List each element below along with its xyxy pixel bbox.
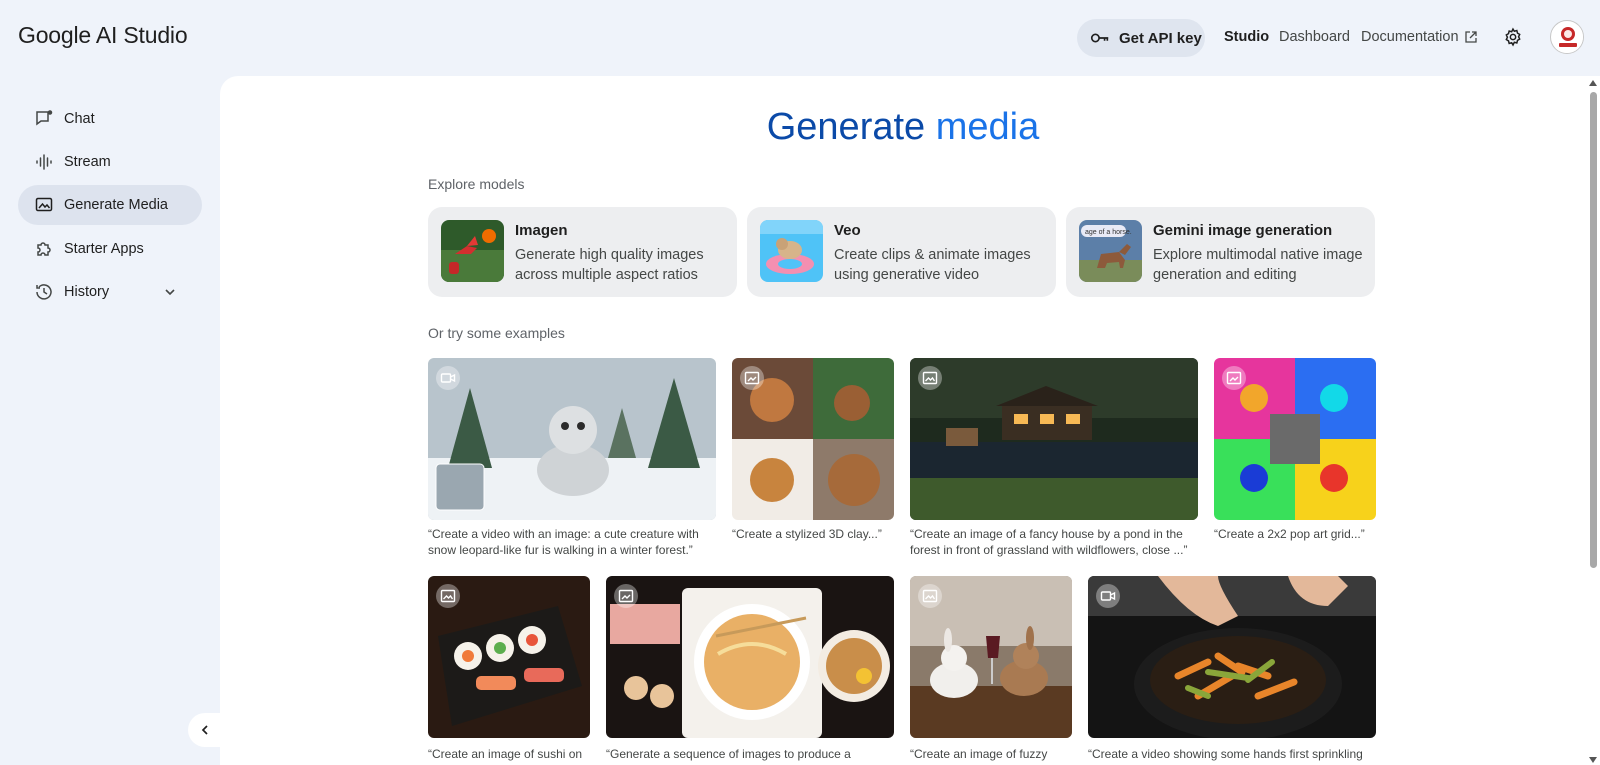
model-card-gemini-image[interactable]: age of a horse. Gemini image generation …	[1066, 207, 1375, 297]
example-caption: “Generate a sequence of images to produc…	[606, 747, 851, 761]
image-icon	[436, 584, 460, 608]
example-caption: “Create a 2x2 pop art grid...”	[1214, 527, 1365, 541]
model-name: Imagen	[515, 222, 568, 239]
media-icon	[35, 197, 53, 212]
example-3d-clay[interactable]: “Create a stylized 3D clay...”	[732, 358, 894, 562]
sidebar-item-label: Chat	[64, 111, 95, 127]
model-card-imagen[interactable]: Imagen Generate high quality images acro…	[428, 207, 737, 297]
avatar-image	[1552, 22, 1583, 53]
stream-icon	[36, 154, 52, 170]
chevron-down-icon[interactable]	[162, 284, 178, 300]
sidebar-item-label: Stream	[64, 154, 111, 170]
example-caption: “Create a video with an image: a cute cr…	[428, 527, 699, 557]
example-cooking-video[interactable]: “Create a video showing some hands first…	[1088, 576, 1376, 765]
external-link-icon	[1465, 31, 1477, 43]
user-avatar[interactable]	[1550, 20, 1584, 54]
app-logo[interactable]: Google AI Studio	[18, 22, 188, 49]
example-thumbnail	[1088, 576, 1376, 738]
model-description: Explore multimodal native image generati…	[1153, 247, 1363, 283]
example-caption: “Create an image of a fancy house by a p…	[910, 527, 1188, 557]
settings-gear-icon[interactable]	[1503, 27, 1523, 47]
veo-thumbnail	[760, 220, 823, 282]
nav-dashboard[interactable]: Dashboard	[1279, 29, 1350, 45]
example-pond-house[interactable]: “Create an image of a fancy house by a p…	[910, 358, 1198, 562]
example-fuzzy-bunnies[interactable]: “Create an image of fuzzy	[910, 576, 1072, 765]
page-title-part1: Generate	[766, 106, 926, 148]
explore-models-label: Explore models	[428, 176, 525, 192]
model-description: Generate high quality images across mult…	[515, 247, 704, 283]
sidebar-item-starter-apps[interactable]: Starter Apps	[18, 229, 202, 269]
model-description: Create clips & animate images using gene…	[834, 247, 1031, 283]
vertical-scrollbar[interactable]	[1586, 76, 1600, 765]
image-edit-icon	[1222, 366, 1246, 390]
page-title-part2: media	[935, 106, 1040, 148]
get-api-key-button[interactable]: Get API key	[1077, 19, 1205, 57]
gemini-thumb-text: age of a horse.	[1085, 229, 1132, 236]
main-content: Generate media Explore models Imagen Gen…	[220, 76, 1600, 765]
example-ramen-sequence[interactable]: “Generate a sequence of images to produc…	[606, 576, 894, 765]
nav-studio[interactable]: Studio	[1224, 29, 1269, 45]
get-api-key-label: Get API key	[1119, 29, 1202, 47]
example-caption: “Create an image of sushi on	[428, 747, 583, 761]
video-icon	[436, 366, 460, 390]
example-caption: “Create an image of fuzzy	[910, 747, 1048, 761]
example-thumbnail	[910, 358, 1198, 520]
model-card-veo[interactable]: Veo Create clips & animate images using …	[747, 207, 1056, 297]
examples-label: Or try some examples	[428, 325, 565, 341]
chevron-left-icon	[201, 725, 208, 735]
model-name: Veo	[834, 222, 861, 239]
example-thumbnail	[606, 576, 894, 738]
sidebar-item-generate-media[interactable]: Generate Media	[18, 185, 202, 225]
image-edit-icon	[740, 366, 764, 390]
example-thumbnail	[428, 358, 716, 520]
image-edit-icon	[614, 584, 638, 608]
sidebar-item-history[interactable]: History	[18, 272, 202, 312]
example-snow-leopard-video[interactable]: “Create a video with an image: a cute cr…	[428, 358, 716, 562]
scrollbar-thumb[interactable]	[1590, 92, 1597, 568]
example-caption: “Create a stylized 3D clay...”	[732, 527, 882, 541]
key-icon	[1090, 33, 1109, 43]
sidebar-item-label: Generate Media	[64, 197, 168, 213]
sidebar-item-label: Starter Apps	[64, 241, 144, 257]
example-sushi[interactable]: “Create an image of sushi on	[428, 576, 590, 765]
imagen-thumbnail	[441, 220, 504, 282]
sidebar-item-label: History	[64, 284, 110, 300]
example-pop-art-grid[interactable]: “Create a 2x2 pop art grid...”	[1214, 358, 1376, 562]
image-icon	[918, 584, 942, 608]
sidebar-item-stream[interactable]: Stream	[18, 142, 202, 182]
sidebar-item-chat[interactable]: Chat	[18, 99, 202, 139]
video-icon	[1096, 584, 1120, 608]
collapse-sidebar-button[interactable]	[188, 713, 222, 747]
example-caption: “Create a video showing some hands first…	[1088, 747, 1363, 761]
image-icon	[918, 366, 942, 390]
history-icon	[36, 284, 52, 300]
scroll-down-arrow-icon[interactable]	[1589, 757, 1597, 763]
chat-icon	[36, 110, 53, 126]
scroll-up-arrow-icon[interactable]	[1589, 80, 1597, 86]
top-bar: Google AI Studio Get API key Studio Dash…	[0, 0, 1600, 74]
page-title: Generate media	[220, 106, 1586, 149]
gemini-image-thumbnail: age of a horse.	[1079, 220, 1142, 282]
nav-documentation[interactable]: Documentation	[1361, 29, 1459, 45]
model-name: Gemini image generation	[1153, 222, 1333, 239]
sidebar: Chat Stream Generate Media Starter Apps …	[0, 74, 222, 765]
puzzle-icon	[37, 242, 51, 256]
